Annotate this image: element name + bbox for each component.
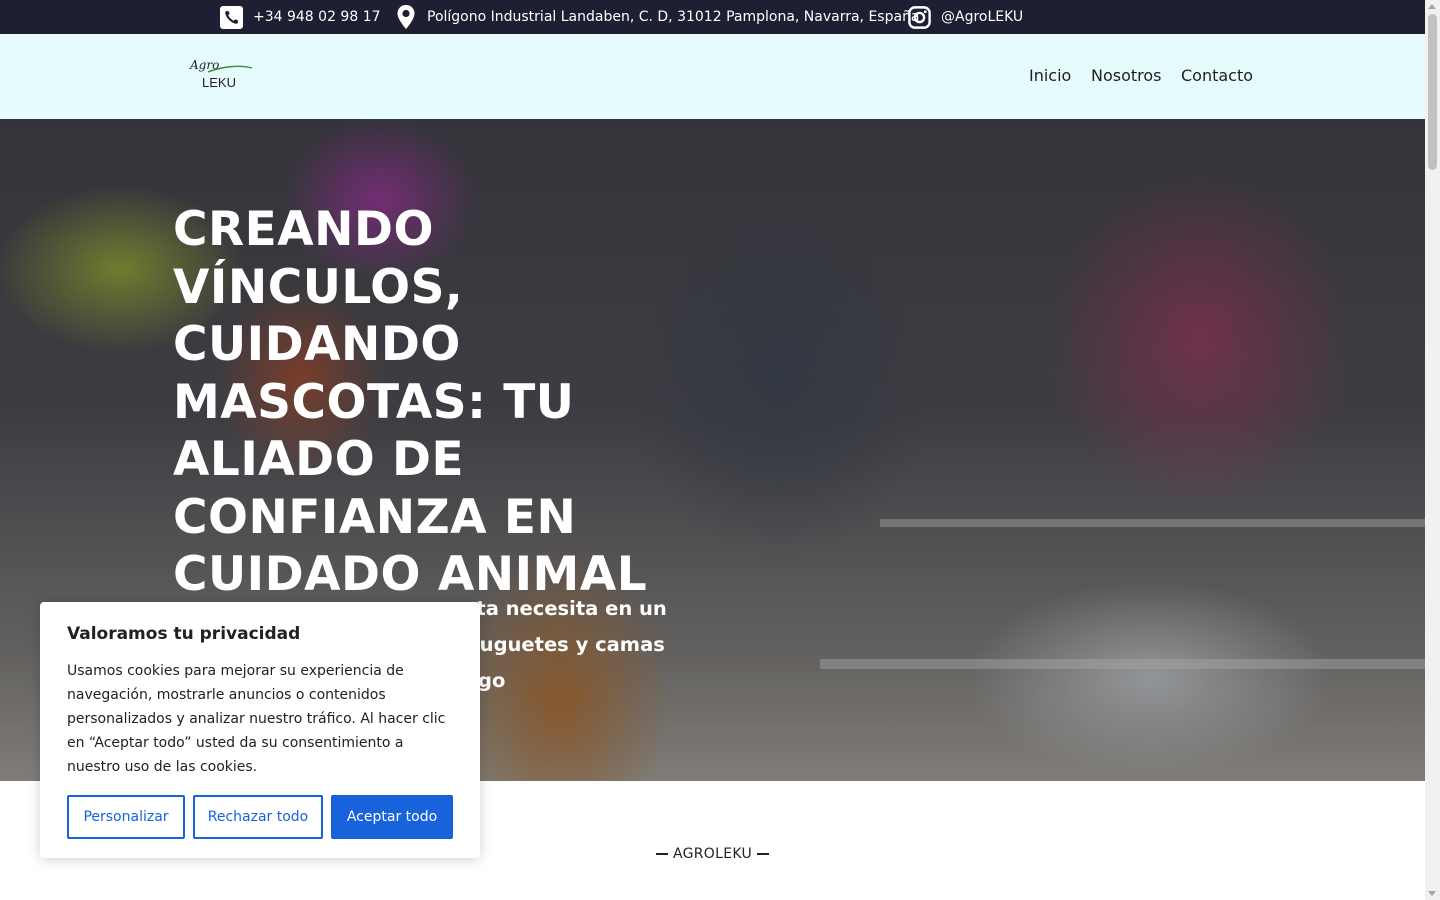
scroll-up-icon[interactable]	[1428, 4, 1436, 9]
label-dash	[757, 853, 770, 855]
accept-all-button[interactable]: Aceptar todo	[331, 795, 453, 839]
reject-all-button[interactable]: Rechazar todo	[193, 795, 323, 839]
section-label-text: AGROLEKU	[672, 846, 753, 862]
address-contact[interactable]: Polígono Industrial Landaben, C. D, 3101…	[394, 0, 920, 34]
cookie-description: Usamos cookies para mejorar su experienc…	[67, 663, 446, 775]
phone-contact[interactable]: +34 948 02 98 17	[220, 0, 381, 34]
page-scrollbar[interactable]	[1425, 0, 1440, 900]
top-info-bar: +34 948 02 98 17 Polígono Industrial Lan…	[0, 0, 1425, 34]
location-pin-icon	[394, 5, 417, 29]
hero-title: CREANDO VÍNCULOS, CUIDANDO MASCOTAS: TU …	[173, 202, 648, 602]
logo-text-leku: LEKU	[202, 75, 236, 90]
customize-button[interactable]: Personalizar	[67, 795, 185, 839]
label-dash	[655, 853, 668, 855]
instagram-link[interactable]: @AgroLEKU	[908, 0, 1023, 34]
phone-icon	[220, 5, 243, 29]
cookie-consent-dialog: Valoramos tu privacidad Usamos cookies p…	[40, 602, 480, 858]
nav-contacto[interactable]: Contacto	[1181, 66, 1253, 85]
address-text[interactable]: Polígono Industrial Landaben, C. D, 3101…	[427, 9, 920, 25]
nav-nosotros[interactable]: Nosotros	[1091, 66, 1162, 85]
scroll-down-icon[interactable]	[1428, 891, 1436, 896]
logo-text-agro: Agro	[190, 58, 220, 72]
nav-inicio[interactable]: Inicio	[1029, 66, 1071, 85]
instagram-handle[interactable]: @AgroLEKU	[941, 9, 1023, 25]
cookie-title: Valoramos tu privacidad	[67, 624, 301, 644]
phone-number[interactable]: +34 948 02 98 17	[253, 9, 381, 25]
site-logo[interactable]: Agro LEKU	[188, 56, 254, 96]
instagram-icon	[908, 5, 931, 29]
scrollbar-thumb[interactable]	[1428, 14, 1437, 170]
